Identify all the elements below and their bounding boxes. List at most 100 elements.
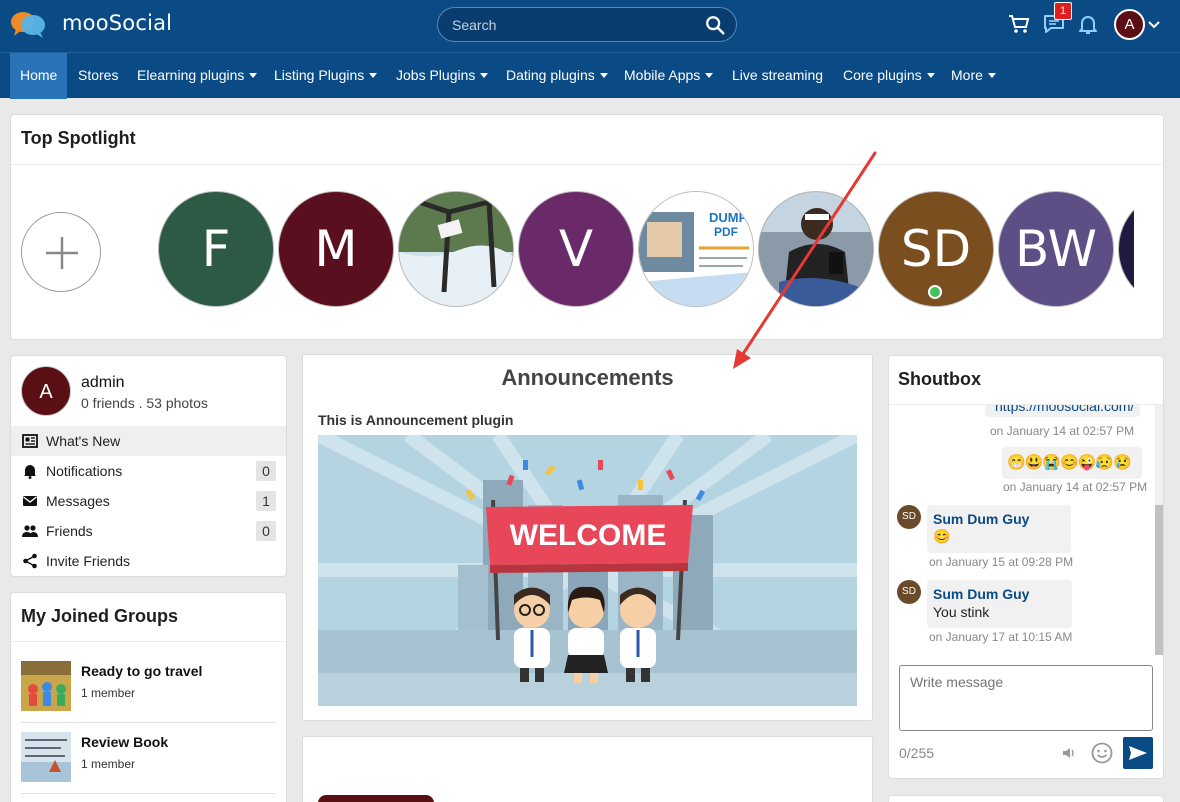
menu-label: What's New [46,433,121,449]
menu-friends[interactable]: Friends 0 [11,516,286,546]
spotlight-photo-person[interactable] [758,191,874,307]
message-time: on January 14 at 02:57 PM [990,424,1135,438]
main-nav: Home Stores Elearning plugins Listing Pl… [0,52,1180,99]
nav-label: Stores [78,67,119,83]
menu-label: Messages [46,493,110,509]
plus-icon [46,237,78,269]
nav-label: Jobs Plugins [396,67,476,83]
menu-whats-new[interactable]: What's New [11,426,286,456]
profile-stats: 0 friends . 53 photos [81,395,208,411]
nav-listing-plugins[interactable]: Listing Plugins [274,53,378,99]
character-counter: 0/255 [899,745,935,761]
chevron-down-icon[interactable] [1147,17,1161,31]
cart-icon[interactable] [1007,12,1031,36]
group-photo [21,732,71,782]
photo-thumbnail [399,192,513,306]
group-name[interactable]: Ready to go travel [81,663,202,679]
nav-more[interactable]: More [951,53,996,99]
welcome-illustration: WELCOME [318,435,857,706]
envelope-icon [23,496,37,506]
spotlight-photo-waterfall[interactable] [398,191,514,307]
menu-label: Invite Friends [46,553,131,569]
sender-name[interactable]: Sum Dum Guy [933,511,1029,527]
sender-name[interactable]: Sum Dum Guy [933,586,1029,602]
emoji-icon[interactable] [1091,742,1113,764]
spotlight-avatar-f[interactable]: F [158,191,274,307]
nav-label: Dating plugins [506,67,595,83]
bell-icon [24,465,36,479]
menu-label: Notifications [46,463,123,479]
svg-text:PDF: PDF [714,225,738,239]
announcement-subtitle: This is Announcement plugin [318,412,514,428]
notifications-count: 0 [256,461,276,481]
friends-count: 0 [256,521,276,541]
nav-dating-plugins[interactable]: Dating plugins [506,53,608,99]
user-avatar[interactable]: A [1114,9,1145,40]
sender-avatar[interactable]: SD [897,505,921,529]
message-text: 😊 [933,528,951,544]
group-name[interactable]: Review Book [81,734,168,750]
nav-home[interactable]: Home [10,53,68,99]
menu-notifications[interactable]: Notifications 0 [11,456,286,486]
group-photo [21,661,71,711]
divider [11,164,1163,165]
group-thumbnail[interactable] [21,661,71,711]
menu-messages[interactable]: Messages 1 [11,486,286,516]
announcements-title: Announcements [501,365,674,390]
spotlight-avatar-bw[interactable]: BW [998,191,1114,307]
nav-label: More [951,67,983,83]
spotlight-photo-dumps[interactable]: DUMPS PDF [638,191,754,307]
sender-avatar[interactable]: SD [897,580,921,604]
message-time: on January 17 at 10:15 AM [929,630,1073,644]
nav-live-streaming[interactable]: Live streaming [732,53,823,99]
divider [21,793,276,794]
groups-title: My Joined Groups [21,606,179,626]
profile-name[interactable]: admin [81,374,125,392]
logo-icon[interactable] [10,9,46,39]
photo-thumbnail [759,192,873,306]
speaker-icon[interactable] [1062,746,1076,760]
caret-down-icon [987,73,996,78]
spotlight-avatar-m[interactable]: M [278,191,394,307]
add-spotlight-button[interactable] [21,212,101,292]
menu-invite-friends[interactable]: Invite Friends [11,546,286,576]
brand-name[interactable]: mooSocial [62,11,172,35]
nav-label: Home [20,67,58,83]
avatar-initials: F [201,220,231,278]
group-thumbnail[interactable] [21,732,71,782]
nav-label: Core plugins [843,67,922,83]
share-icon [23,553,37,569]
top-bar: mooSocial 1 A [0,0,1180,52]
nav-jobs-plugins[interactable]: Jobs Plugins [396,53,489,99]
shoutbox-scrollbar[interactable] [1155,405,1163,655]
message-badge: 1 [1054,2,1072,20]
group-member-count: 1 member [81,686,136,700]
messages-count: 1 [256,491,276,511]
profile-avatar[interactable]: A [21,366,71,416]
nav-stores[interactable]: Stores [78,53,118,99]
announcement-banner[interactable]: WELCOME [318,435,857,706]
nav-core-plugins[interactable]: Core plugins [843,53,935,99]
nav-label: Listing Plugins [274,67,365,83]
shoutbox-messages: https://moosocial.com/ on January 14 at … [889,405,1154,655]
spotlight-avatar-v[interactable]: V [518,191,634,307]
shoutbox-message-input[interactable] [899,665,1153,731]
people-icon [22,525,38,537]
nav-label: Live streaming [732,67,824,83]
send-button[interactable] [1123,737,1153,769]
spotlight-avatar-partial[interactable] [1118,191,1134,307]
bell-icon[interactable] [1076,12,1100,36]
scrollbar-thumb[interactable] [1155,505,1163,655]
nav-mobile-apps[interactable]: Mobile Apps [624,53,714,99]
caret-down-icon [480,73,489,78]
search-input[interactable] [452,15,692,35]
message-link[interactable]: https://moosocial.com/ [995,405,1134,414]
message-emojis: 😁😃😭😊😜😥😢 [1007,454,1132,471]
online-status-dot [928,285,942,299]
avatar-initials: SD [900,220,972,278]
nav-elearning-plugins[interactable]: Elearning plugins [137,53,258,99]
feed-item-preview[interactable] [318,795,434,802]
nav-label: Mobile Apps [624,67,701,83]
search-icon[interactable] [704,14,726,36]
caret-down-icon [599,73,608,78]
